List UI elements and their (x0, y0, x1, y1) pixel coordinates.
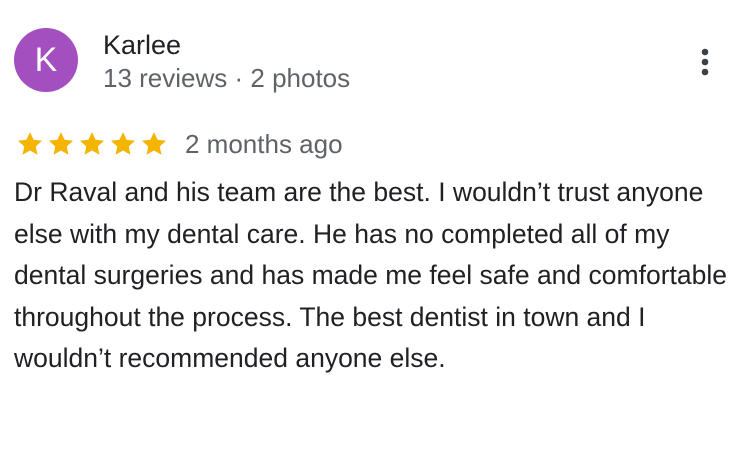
author-name[interactable]: Karlee (103, 28, 350, 62)
more-options-button[interactable] (688, 42, 722, 82)
review-card: K Karlee 13 reviews · 2 photos 2 months … (0, 0, 750, 450)
star-icon (48, 132, 74, 155)
more-vertical-icon (701, 48, 709, 76)
avatar[interactable]: K (14, 28, 78, 92)
star-icon (141, 132, 167, 155)
review-text: Dr Raval and his team are the best. I wo… (14, 177, 727, 373)
star-icon (79, 132, 105, 155)
avatar-initial: K (34, 40, 58, 79)
star-icon (17, 132, 43, 155)
author-block: Karlee 13 reviews · 2 photos (103, 28, 350, 94)
author-meta: 13 reviews · 2 photos (103, 63, 351, 93)
star-rating (16, 130, 168, 158)
review-date: 2 months ago (185, 129, 343, 159)
star-icon (110, 132, 136, 155)
rating-row: 2 months ago (16, 126, 343, 162)
